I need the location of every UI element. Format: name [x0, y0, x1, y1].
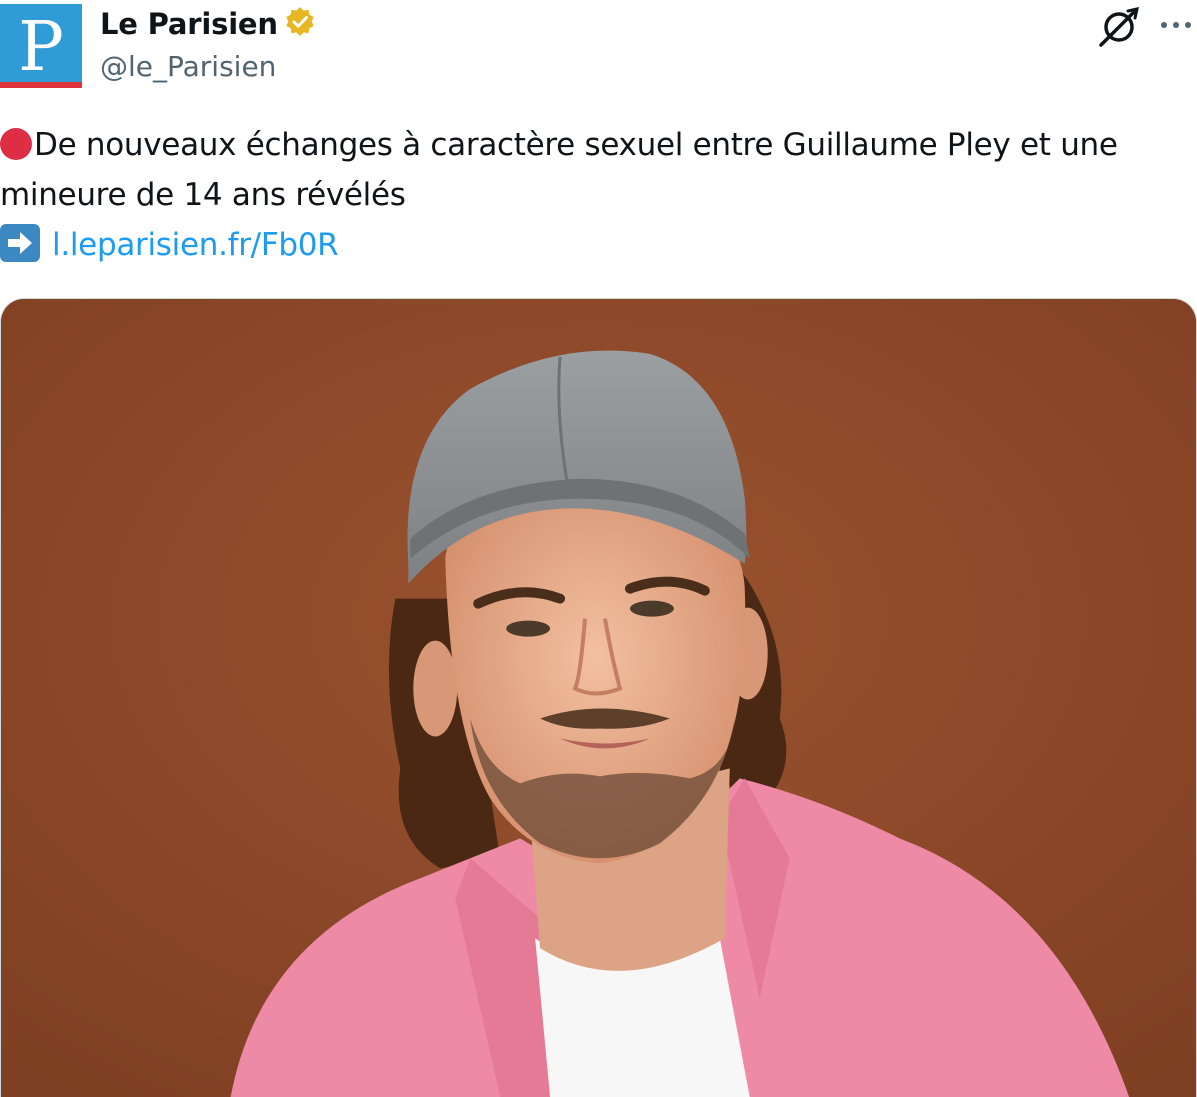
tweet-line-2: mineure de 14 ans révélés: [0, 177, 406, 213]
more-options-icon[interactable]: [1158, 10, 1194, 40]
tweet-line-1: De nouveaux échanges à caractère sexuel …: [0, 120, 1197, 170]
author-display-name[interactable]: Le Parisien: [100, 7, 278, 41]
verified-badge-icon: [284, 6, 316, 42]
tweet-photo[interactable]: [0, 298, 1197, 1097]
logo-letter: P: [18, 8, 64, 87]
author-avatar[interactable]: P: [0, 4, 82, 88]
grok-icon[interactable]: [1097, 6, 1143, 48]
red-circle-emoji: [0, 128, 32, 160]
left-eye: [506, 620, 551, 637]
author-handle[interactable]: @le_Parisien: [100, 50, 276, 83]
tweet-line-3: l.leparisien.fr/Fb0R: [0, 220, 1197, 270]
tweet-text: De nouveaux échanges à caractère sexuel …: [0, 120, 1197, 270]
right-eye: [629, 600, 674, 617]
author-name-row: Le Parisien: [100, 6, 316, 42]
article-link[interactable]: l.leparisien.fr/Fb0R: [52, 227, 339, 263]
tweet-text-line-1: De nouveaux échanges à caractère sexuel …: [34, 127, 1118, 163]
le-parisien-logo: P: [0, 4, 82, 88]
portrait-photo: [1, 299, 1196, 1097]
right-arrow-emoji: [0, 224, 40, 262]
